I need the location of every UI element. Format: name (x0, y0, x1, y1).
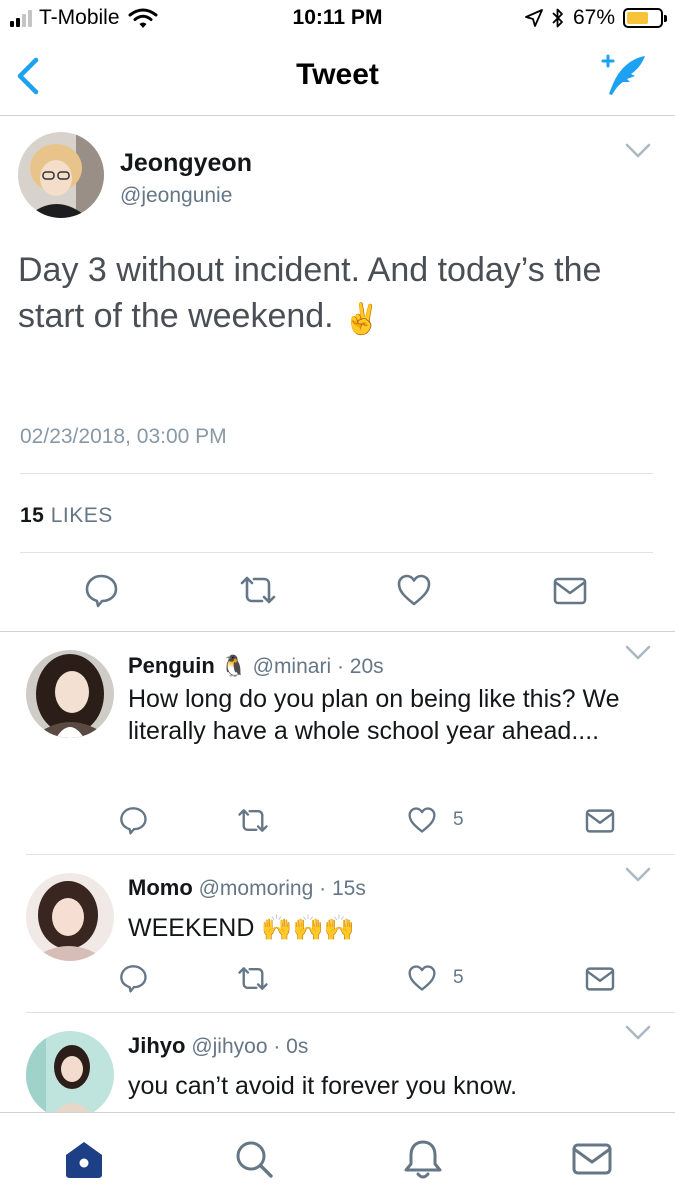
compose-tweet-icon[interactable] (597, 52, 649, 98)
penguin-emoji: 🐧 (220, 655, 247, 678)
search-icon[interactable] (232, 1137, 276, 1181)
tab-bar (0, 1112, 675, 1200)
messages-envelope-icon[interactable] (570, 1137, 614, 1181)
divider (20, 473, 653, 474)
reply-body: WEEKEND (128, 914, 255, 942)
victory-hand-emoji: ✌️ (343, 303, 381, 336)
tweet-body: Day 3 without incident. And today’s the … (18, 251, 602, 335)
avatar[interactable] (18, 132, 104, 218)
chevron-down-icon[interactable] (625, 867, 651, 883)
like-count: 5 (453, 809, 464, 830)
reply-author-name[interactable]: Penguin (128, 653, 215, 678)
reply-text: you can’t avoid it forever you know. (128, 1072, 518, 1100)
author-name[interactable]: Jeongyeon (120, 149, 252, 178)
reply-author-handle[interactable]: @jihyoo (191, 1035, 267, 1058)
tweet-text: Day 3 without incident. And today’s the … (18, 247, 663, 343)
reply-header: Jihyo @jihyoo · 0s (128, 1033, 308, 1059)
reply-header: Penguin 🐧 @minari · 20s (128, 653, 384, 679)
bluetooth-icon (552, 8, 563, 28)
likes-label: LIKES (50, 504, 113, 527)
battery-percent: 67% (572, 6, 615, 29)
chevron-down-icon[interactable] (625, 645, 651, 661)
avatar[interactable] (26, 650, 114, 738)
reply-icon[interactable] (83, 572, 119, 608)
reply-time: · 15s (319, 877, 366, 900)
reply-tweet[interactable]: Jihyo @jihyoo · 0s you can’t avoid it fo… (0, 1013, 675, 1112)
status-right: 67% (525, 6, 667, 30)
nav-bar: Tweet (0, 38, 675, 116)
like-count: 5 (453, 967, 464, 988)
home-icon[interactable] (62, 1137, 106, 1181)
reply-author-name[interactable]: Momo (128, 875, 193, 900)
battery-fill (627, 12, 649, 24)
main-tweet: Jeongyeon @jeongunie Day 3 without incid… (0, 117, 675, 632)
author-handle[interactable]: @jeongunie (120, 184, 232, 208)
reply-text: How long do you plan on being like this?… (128, 685, 620, 745)
direct-message-icon[interactable] (552, 576, 588, 606)
retweet-icon[interactable] (238, 574, 278, 606)
avatar[interactable] (26, 1031, 114, 1112)
raising-hands-emoji: 🙌🙌🙌 (261, 914, 355, 942)
heart-icon[interactable] (396, 573, 432, 607)
location-arrow-icon (525, 9, 543, 27)
direct-message-icon[interactable] (584, 808, 616, 834)
reply-text: WEEKEND 🙌🙌🙌 (128, 912, 648, 944)
reply-author-handle[interactable]: @momoring (199, 877, 314, 900)
divider (20, 552, 653, 553)
page-title: Tweet (296, 58, 379, 91)
reply-time: · 0s (273, 1035, 309, 1058)
reply-tweet[interactable]: Penguin 🐧 @minari · 20s How long do you … (0, 633, 675, 855)
status-bar: T-Mobile 10:11 PM 67% (0, 0, 675, 38)
reply-time: · 20s (336, 655, 384, 678)
likes-count: 15 (20, 504, 45, 527)
avatar[interactable] (26, 873, 114, 961)
direct-message-icon[interactable] (584, 966, 616, 992)
retweet-icon[interactable] (236, 965, 270, 992)
reply-author-name[interactable]: Jihyo (128, 1033, 185, 1058)
reply-tweet[interactable]: Momo @momoring · 15s WEEKEND 🙌🙌🙌 5 (0, 855, 675, 1013)
battery-icon (623, 8, 667, 28)
reply-icon[interactable] (118, 805, 148, 835)
likes-summary[interactable]: 15 LIKES (20, 504, 113, 528)
reply-icon[interactable] (118, 963, 148, 993)
notifications-bell-icon[interactable] (401, 1137, 445, 1181)
reply-header: Momo @momoring · 15s (128, 875, 366, 901)
chevron-down-icon[interactable] (625, 143, 651, 159)
heart-icon[interactable] (407, 964, 437, 992)
retweet-icon[interactable] (236, 807, 270, 834)
tweet-timestamp: 02/23/2018, 03:00 PM (20, 425, 227, 448)
chevron-down-icon[interactable] (625, 1025, 651, 1041)
reply-author-handle[interactable]: @minari (253, 655, 332, 678)
heart-icon[interactable] (407, 806, 437, 834)
